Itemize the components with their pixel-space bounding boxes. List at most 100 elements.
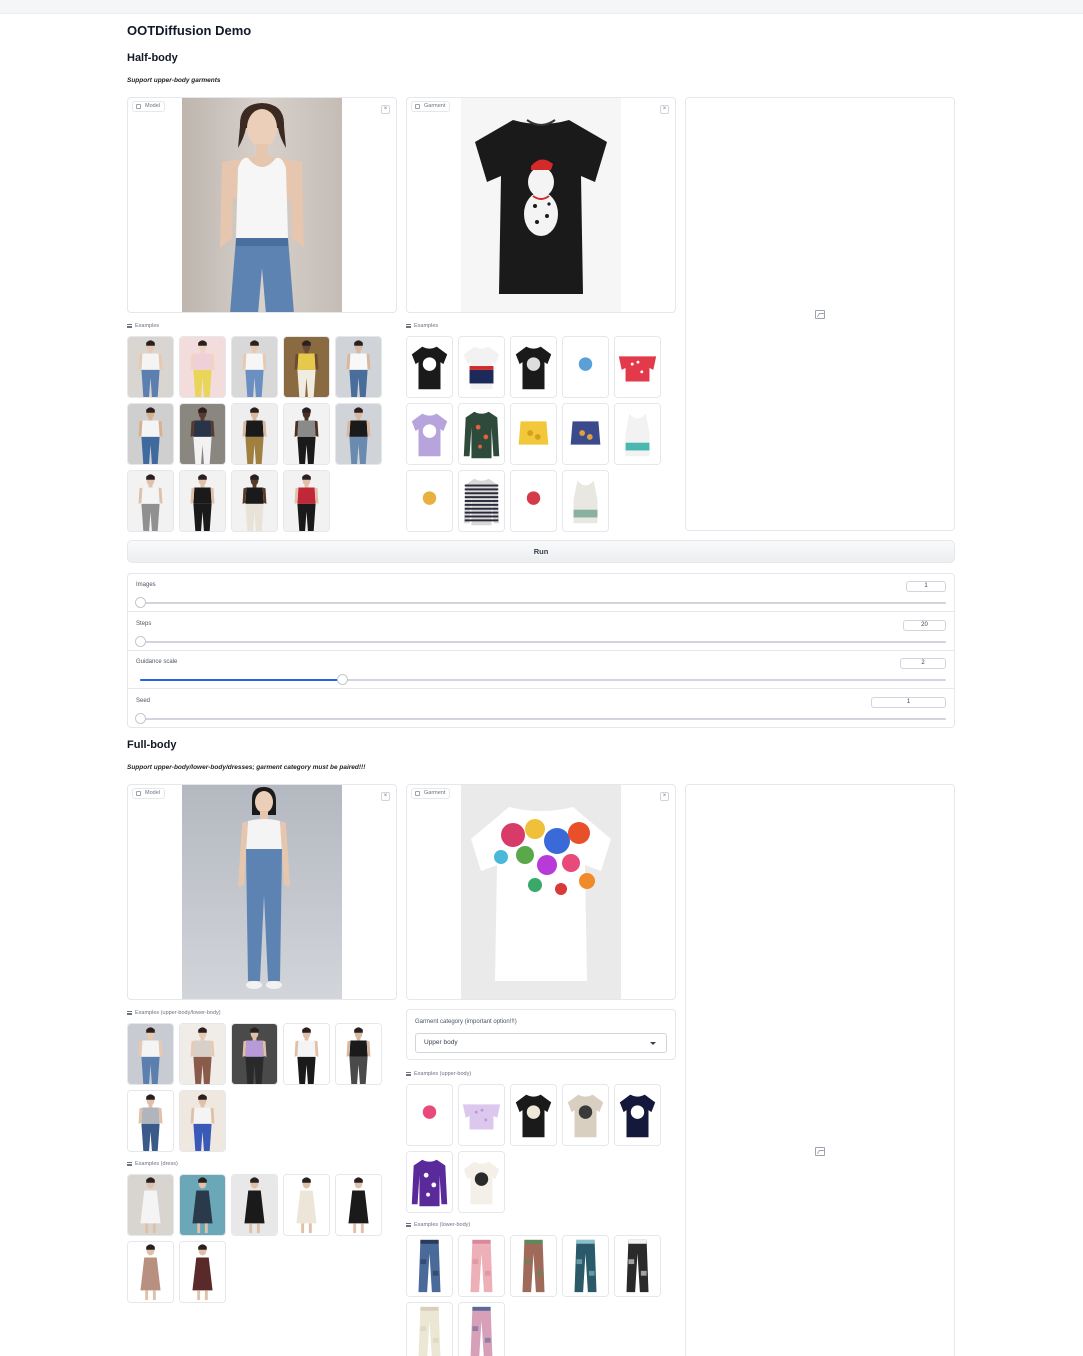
slider-number-input[interactable]: 1 [871,696,946,708]
slider-number-input[interactable]: 2 [900,658,946,669]
lower-garment-example-thumb[interactable] [510,1235,557,1297]
slider-handle[interactable] [135,635,146,647]
full-model-image-input[interactable]: Model × [127,784,397,1000]
slider-track[interactable] [135,712,946,724]
model-example-image [180,337,225,397]
garment-example-thumb[interactable] [510,336,557,398]
upper-garment-example-thumb[interactable] [562,1084,609,1146]
garment-example-thumb[interactable] [458,336,505,398]
slider-seed: Seed 1 [128,690,954,728]
upper-garment-example-thumb[interactable] [458,1151,505,1213]
model-example-thumb[interactable] [335,1023,382,1085]
slider-track[interactable] [135,635,946,647]
garment-example-image [563,337,608,397]
lower-garment-example-thumb[interactable] [406,1302,453,1356]
model-example-image [180,471,225,531]
model-example-thumb[interactable] [127,403,174,465]
clear-image-icon[interactable]: × [381,105,390,114]
lower-garment-example-image [511,1236,556,1296]
clear-image-icon[interactable]: × [660,105,669,114]
half-model-label: Model [132,101,165,112]
dress-example-thumb[interactable] [127,1174,174,1236]
model-example-thumb[interactable] [179,403,226,465]
half-garment-image-input[interactable]: Garment × [406,97,676,313]
model-example-thumb[interactable] [283,403,330,465]
lower-garment-example-thumb[interactable] [562,1235,609,1297]
slider-handle[interactable] [135,712,146,724]
clear-image-icon[interactable]: × [381,792,390,801]
garment-example-thumb[interactable] [614,336,661,398]
model-example-thumb[interactable] [335,336,382,398]
lower-garment-example-thumb[interactable] [406,1235,453,1297]
model-example-thumb[interactable] [179,470,226,532]
model-example-image [284,1024,329,1084]
model-example-thumb[interactable] [283,470,330,532]
model-example-thumb[interactable] [283,1023,330,1085]
full-garment-image-input[interactable]: Garment × [406,784,676,1000]
garment-example-image [511,471,556,531]
dress-example-thumb[interactable] [179,1174,226,1236]
lower-garment-example-image [615,1236,660,1296]
model-example-thumb[interactable] [127,1090,174,1152]
garment-example-thumb[interactable] [406,336,453,398]
model-example-image [232,471,277,531]
model-example-thumb[interactable] [231,336,278,398]
dress-example-thumb[interactable] [127,1241,174,1303]
garment-example-thumb[interactable] [562,403,609,465]
garment-example-thumb[interactable] [614,403,661,465]
model-example-thumb[interactable] [283,336,330,398]
upper-garment-example-thumb[interactable] [406,1084,453,1146]
image-icon [136,791,141,796]
garment-example-thumb[interactable] [510,403,557,465]
dress-example-thumb[interactable] [283,1174,330,1236]
dress-example-thumb[interactable] [335,1174,382,1236]
half-model-image-input[interactable]: Model × [127,97,397,313]
garment-example-thumb[interactable] [406,470,453,532]
full-examples-upper-label: Examples (upper-body) [406,1071,471,1077]
lower-garment-example-thumb[interactable] [458,1235,505,1297]
garment-example-thumb[interactable] [562,336,609,398]
lower-garment-example-thumb[interactable] [614,1235,661,1297]
dress-example-thumb[interactable] [179,1241,226,1303]
model-example-thumb[interactable] [179,336,226,398]
lower-garment-example-image [459,1303,504,1356]
slider-track[interactable] [135,597,946,608]
slider-handle[interactable] [135,597,146,608]
slider-number-input[interactable]: 1 [906,581,946,592]
garment-example-thumb[interactable] [458,403,505,465]
model-example-thumb[interactable] [179,1023,226,1085]
upper-garment-example-thumb[interactable] [406,1151,453,1213]
model-example-thumb[interactable] [231,403,278,465]
half-garment-examples-label: Examples [406,323,438,329]
slider-number-input[interactable]: 20 [903,619,946,631]
dress-example-image [232,1175,277,1235]
garment-example-thumb[interactable] [406,403,453,465]
garment-example-thumb[interactable] [562,470,609,532]
model-example-thumb[interactable] [127,470,174,532]
half-garment-photo [461,98,621,312]
upper-garment-example-thumb[interactable] [458,1084,505,1146]
half-result-gallery [685,97,955,531]
model-example-image [284,471,329,531]
upper-garment-example-thumb[interactable] [614,1084,661,1146]
garment-example-thumb[interactable] [458,470,505,532]
list-icon [127,1161,132,1166]
garment-category-dropdown[interactable]: Upper body [415,1033,667,1053]
clear-image-icon[interactable]: × [660,792,669,801]
model-example-thumb[interactable] [335,403,382,465]
image-icon [415,791,420,796]
run-button[interactable]: Run [127,540,955,563]
slider-handle[interactable] [336,674,348,685]
model-example-image [180,1091,225,1151]
image-icon [415,104,420,109]
lower-garment-example-thumb[interactable] [458,1302,505,1356]
dress-example-thumb[interactable] [231,1174,278,1236]
model-example-thumb[interactable] [179,1090,226,1152]
garment-example-thumb[interactable] [510,470,557,532]
model-example-thumb[interactable] [231,1023,278,1085]
model-example-thumb[interactable] [127,1023,174,1085]
model-example-thumb[interactable] [231,470,278,532]
model-example-thumb[interactable] [127,336,174,398]
slider-track[interactable] [140,674,946,685]
upper-garment-example-thumb[interactable] [510,1084,557,1146]
